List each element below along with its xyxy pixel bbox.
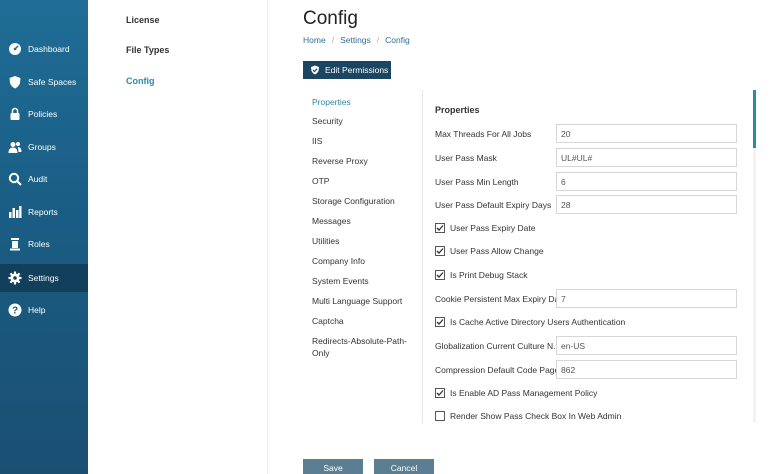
checkbox-unchecked[interactable] xyxy=(435,411,445,421)
help-icon: ? xyxy=(8,303,22,317)
section-item-company-info[interactable]: Company Info xyxy=(312,255,417,267)
nav-item-roles[interactable]: Roles xyxy=(0,230,88,258)
nav-label: Groups xyxy=(28,142,56,152)
user-pass-expiry-date-checkbox[interactable]: User Pass Expiry Date xyxy=(435,223,536,233)
nav-label: Roles xyxy=(28,239,50,249)
section-item-messages[interactable]: Messages xyxy=(312,215,417,227)
section-item-system-events[interactable]: System Events xyxy=(312,275,417,287)
nav-label: Help xyxy=(28,305,46,315)
section-item-otp[interactable]: OTP xyxy=(312,175,417,187)
checkbox-label: Render Show Pass Check Box In Web Admin xyxy=(450,411,622,421)
check-icon xyxy=(436,272,444,278)
page-title: Config xyxy=(303,8,358,29)
render-show-pass-checkbox[interactable]: Render Show Pass Check Box In Web Admin xyxy=(435,411,621,421)
section-item-security[interactable]: Security xyxy=(312,115,417,127)
edit-permissions-button[interactable]: Edit Permissions xyxy=(303,61,391,79)
checkbox-label: Is Print Debug Stack xyxy=(450,270,528,280)
checkbox-checked[interactable] xyxy=(435,317,445,327)
nav-item-settings[interactable]: Settings xyxy=(0,264,88,292)
user-pass-mask-input[interactable] xyxy=(556,148,737,167)
roles-icon xyxy=(8,237,22,251)
field-label-user-pass-mask: User Pass Mask xyxy=(435,153,497,163)
edit-permissions-label: Edit Permissions xyxy=(325,65,389,75)
nav-label: Policies xyxy=(28,109,58,119)
save-button[interactable]: Save xyxy=(303,459,363,474)
nav-item-reports[interactable]: Reports xyxy=(0,198,88,226)
bar-chart-icon xyxy=(8,205,22,219)
subnav-item-config[interactable]: Config xyxy=(126,76,155,86)
lock-icon xyxy=(8,107,22,121)
nav-label: Safe Spaces xyxy=(28,77,77,87)
shield-icon xyxy=(8,75,22,89)
field-label-user-pass-default-expiry-days: User Pass Default Expiry Days xyxy=(435,200,552,210)
user-pass-min-length-input[interactable] xyxy=(556,172,737,191)
main-sidebar: Dashboard Safe Spaces Policies Groups Au… xyxy=(0,0,88,474)
nav-label: Settings xyxy=(28,273,59,283)
checkbox-checked[interactable] xyxy=(435,223,445,233)
section-item-iis[interactable]: IIS xyxy=(312,135,417,147)
is-enable-ad-pass-management-checkbox[interactable]: Is Enable AD Pass Management Policy xyxy=(435,388,597,398)
user-pass-default-expiry-days-input[interactable] xyxy=(556,195,737,214)
svg-text:?: ? xyxy=(12,306,18,317)
nav-label: Reports xyxy=(28,207,58,217)
checkbox-label: Is Enable AD Pass Management Policy xyxy=(450,388,598,398)
checkbox-checked[interactable] xyxy=(435,270,445,280)
field-label-max-threads: Max Threads For All Jobs xyxy=(435,129,532,139)
checkbox-label: User Pass Allow Change xyxy=(450,246,544,256)
check-icon xyxy=(436,225,444,231)
subnav-item-file-types[interactable]: File Types xyxy=(126,45,169,55)
search-icon xyxy=(8,172,22,186)
nav-label: Dashboard xyxy=(28,44,70,54)
check-icon xyxy=(436,319,444,325)
field-label-compression-code-page: Compression Default Code Page xyxy=(435,365,560,375)
checkbox-label: Is Cache Active Directory Users Authenti… xyxy=(450,317,626,327)
user-pass-allow-change-checkbox[interactable]: User Pass Allow Change xyxy=(435,246,544,256)
checkbox-checked[interactable] xyxy=(435,246,445,256)
subnav-item-license[interactable]: License xyxy=(126,15,160,25)
users-icon xyxy=(8,140,22,154)
cancel-button[interactable]: Cancel xyxy=(374,459,434,474)
field-label-cookie-persistent-max-expiry-date: Cookie Persistent Max Expiry Date xyxy=(435,294,567,304)
properties-scrollbar-thumb[interactable] xyxy=(753,90,756,148)
compression-code-page-input[interactable] xyxy=(556,360,737,379)
section-item-utilities[interactable]: Utilities xyxy=(312,235,417,247)
check-icon xyxy=(436,390,444,396)
globalization-culture-input[interactable] xyxy=(556,336,737,355)
breadcrumb-separator: / xyxy=(331,35,335,45)
is-cache-ad-users-auth-checkbox[interactable]: Is Cache Active Directory Users Authenti… xyxy=(435,317,625,327)
section-item-properties[interactable]: Properties xyxy=(312,96,417,108)
section-item-reverse-proxy[interactable]: Reverse Proxy xyxy=(312,155,417,167)
properties-heading: Properties xyxy=(435,105,480,115)
checkbox-checked[interactable] xyxy=(435,388,445,398)
nav-item-help[interactable]: ? Help xyxy=(0,296,88,324)
nav-item-dashboard[interactable]: Dashboard xyxy=(0,35,88,63)
breadcrumb: Home / Settings / Config xyxy=(303,35,410,45)
section-item-redirects-absolute-path-only[interactable]: Redirects-Absolute-Path-Only xyxy=(312,335,417,359)
section-item-storage-configuration[interactable]: Storage Configuration xyxy=(312,195,417,207)
nav-item-policies[interactable]: Policies xyxy=(0,100,88,128)
breadcrumb-config[interactable]: Config xyxy=(385,35,410,45)
nav-item-audit[interactable]: Audit xyxy=(0,165,88,193)
is-print-debug-stack-checkbox[interactable]: Is Print Debug Stack xyxy=(435,270,527,280)
check-icon xyxy=(436,248,444,254)
dashboard-icon xyxy=(8,42,22,56)
section-divider xyxy=(422,90,423,423)
cookie-persistent-max-expiry-date-input[interactable] xyxy=(556,289,737,308)
breadcrumb-home[interactable]: Home xyxy=(303,35,326,45)
nav-label: Audit xyxy=(28,174,48,184)
section-item-multi-language-support[interactable]: Multi Language Support xyxy=(312,295,417,307)
checkbox-label: User Pass Expiry Date xyxy=(450,223,536,233)
settings-subnav: License File Types Config xyxy=(88,0,268,474)
section-item-captcha[interactable]: Captcha xyxy=(312,315,417,327)
shield-check-icon xyxy=(311,65,319,75)
field-label-user-pass-min-length: User Pass Min Length xyxy=(435,177,519,187)
breadcrumb-separator: / xyxy=(376,35,380,45)
max-threads-input[interactable] xyxy=(556,124,737,143)
field-label-globalization-culture: Globalization Current Culture N... xyxy=(435,341,561,351)
nav-item-groups[interactable]: Groups xyxy=(0,133,88,161)
nav-item-safe-spaces[interactable]: Safe Spaces xyxy=(0,68,88,96)
breadcrumb-settings[interactable]: Settings xyxy=(340,35,371,45)
gear-icon xyxy=(8,271,22,285)
